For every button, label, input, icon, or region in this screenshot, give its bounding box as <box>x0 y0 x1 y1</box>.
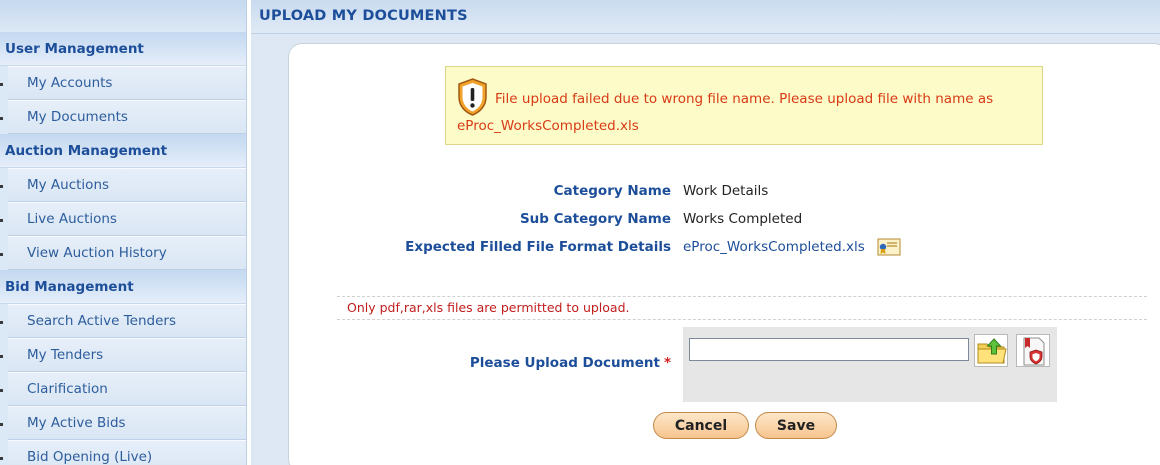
bullet-icon <box>0 83 3 86</box>
sidebar-item-label: My Tenders <box>27 347 104 363</box>
section-header-auction-management: Auction Management <box>0 134 246 168</box>
sidebar-item-view-auction-history[interactable]: View Auction History <box>0 236 246 270</box>
category-label: Category Name <box>553 183 671 199</box>
bullet-icon <box>0 219 3 222</box>
sidebar-item-my-accounts[interactable]: My Accounts <box>0 66 246 100</box>
page-header: UPLOAD MY DOCUMENTS <box>251 0 1160 34</box>
file-format-link[interactable]: eProc_WorksCompleted.xls <box>683 237 865 257</box>
permitted-file-types-note: Only pdf,rar,xls files are permitted to … <box>337 296 1147 320</box>
section-header-bid-management: Bid Management <box>0 270 246 304</box>
bullet-icon <box>0 423 3 426</box>
cancel-button[interactable]: Cancel <box>653 412 749 439</box>
category-value: Work Details <box>683 183 769 199</box>
main-area: UPLOAD MY DOCUMENTS File upload failed d… <box>251 0 1160 465</box>
error-message-line-2: eProc_WorksCompleted.xls <box>457 118 639 134</box>
sidebar-item-search-active-tenders[interactable]: Search Active Tenders <box>0 304 246 338</box>
bullet-icon <box>0 457 3 460</box>
upload-file-input[interactable] <box>689 338 969 361</box>
sidebar-item-my-auctions[interactable]: My Auctions <box>0 168 246 202</box>
bullet-icon <box>0 389 3 392</box>
sidebar-item-label: My Accounts <box>27 75 113 91</box>
upload-form-panel: File upload failed due to wrong file nam… <box>288 43 1160 465</box>
subcategory-value: Works Completed <box>683 211 803 227</box>
page-title: UPLOAD MY DOCUMENTS <box>259 8 468 24</box>
upload-document-label: Please Upload Document * <box>470 355 671 371</box>
error-message-box: File upload failed due to wrong file nam… <box>445 66 1043 145</box>
bullet-icon <box>0 253 3 256</box>
sidebar-item-label: My Documents <box>27 109 128 125</box>
bullet-icon <box>0 355 3 358</box>
sidebar-item-my-documents[interactable]: My Documents <box>0 100 246 134</box>
file-format-row: Expected Filled File Format Details ePro… <box>289 237 1160 257</box>
warning-shield-icon <box>456 77 489 121</box>
sidebar-top-bar <box>0 0 246 32</box>
certificate-icon[interactable] <box>877 238 901 263</box>
required-asterisk: * <box>663 355 671 371</box>
bullet-icon <box>0 185 3 188</box>
bullet-icon <box>0 321 3 324</box>
sidebar-item-clarification[interactable]: Clarification <box>0 372 246 406</box>
sidebar-item-label: Search Active Tenders <box>27 313 176 329</box>
sidebar-item-label: Clarification <box>27 381 108 397</box>
browse-file-button[interactable] <box>974 334 1008 367</box>
category-row: Category Name Work Details <box>289 181 1160 201</box>
sidebar-item-my-active-bids[interactable]: My Active Bids <box>0 406 246 440</box>
error-message-line-1: File upload failed due to wrong file nam… <box>495 91 994 107</box>
sidebar-item-live-auctions[interactable]: Live Auctions <box>0 202 246 236</box>
sidebar: User Management My Accounts My Documents… <box>0 0 247 465</box>
bullet-icon <box>0 117 3 120</box>
upload-panel <box>683 327 1057 402</box>
upload-document-label-text: Please Upload Document <box>469 355 660 371</box>
sidebar-item-label: My Active Bids <box>27 415 126 431</box>
subcategory-label: Sub Category Name <box>519 211 671 227</box>
sidebar-item-label: Live Auctions <box>27 211 117 227</box>
pdf-shield-icon <box>1023 337 1045 366</box>
sidebar-item-bid-opening-live[interactable]: Bid Opening (Live) <box>0 440 246 465</box>
sidebar-item-label: My Auctions <box>27 177 110 193</box>
section-header-user-management: User Management <box>0 32 246 66</box>
sidebar-item-my-tenders[interactable]: My Tenders <box>0 338 246 372</box>
save-button[interactable]: Save <box>755 412 837 439</box>
folder-upload-icon <box>977 338 1007 364</box>
file-format-label: Expected Filled File Format Details <box>405 239 671 255</box>
document-action-button[interactable] <box>1016 334 1050 367</box>
subcategory-row: Sub Category Name Works Completed <box>289 209 1160 229</box>
sidebar-item-label: View Auction History <box>27 245 167 261</box>
sidebar-item-label: Bid Opening (Live) <box>27 449 153 465</box>
